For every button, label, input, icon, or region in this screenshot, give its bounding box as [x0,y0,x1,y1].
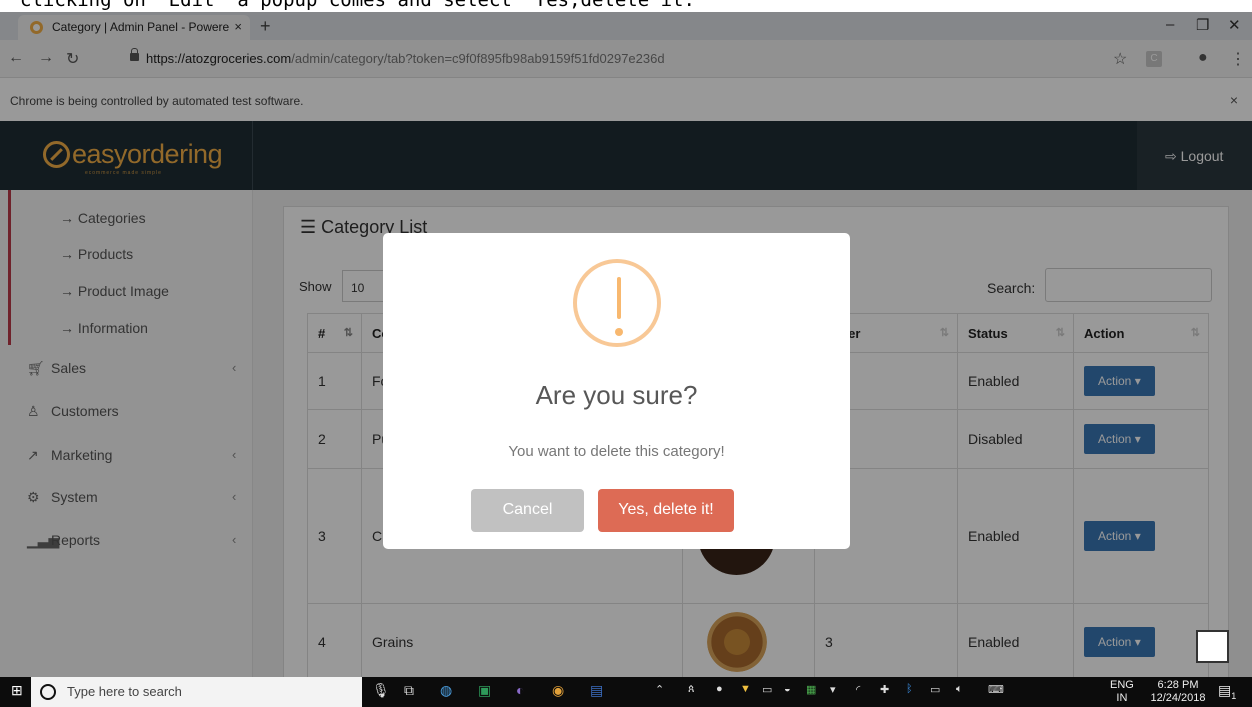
windows-taskbar: ⊞ Type here to search 🎙︎ ⧉ ◍ ▣ ◐ ◉ ▤ ⌃ ጰ… [0,677,1252,707]
app-globe-icon[interactable]: ◍ [440,682,452,699]
confirm-delete-dialog: Are you sure? You want to delete this ca… [383,233,850,549]
wifi-icon[interactable]: ◜ [856,683,860,696]
word-icon[interactable]: ▤ [590,682,603,699]
microphone-icon[interactable]: 🎙︎ [372,682,390,699]
cortana-icon [40,684,56,700]
windows-start-icon[interactable]: ⊞ [11,682,23,699]
tray-app-icon[interactable]: ● [716,683,723,695]
chrome-icon[interactable]: ◉ [552,682,564,699]
cancel-button[interactable]: Cancel [471,489,584,532]
tray-app-icon[interactable]: ◒ [784,683,791,695]
taskbar-search-placeholder: Type here to search [67,684,182,699]
network-icon[interactable]: ✚ [880,683,889,696]
notification-icon[interactable]: ▤1 [1218,682,1236,701]
tray-shield-icon[interactable]: ▼ [740,683,751,695]
warning-icon [573,259,661,347]
annotation-caption: clicking on "Edit" a popup comes and sel… [0,0,1252,12]
taskbar-clock[interactable]: 6:28 PM 12/24/2018 [1147,679,1209,705]
battery-icon[interactable]: ▭ [930,683,940,696]
focus-box [1196,630,1229,663]
keyboard-icon[interactable]: ⌨ [988,683,1004,696]
dialog-title: Are you sure? [535,380,698,410]
confirm-delete-button[interactable]: Yes, delete it! [598,489,734,532]
bluetooth-icon[interactable]: ᛒ [906,683,913,695]
people-icon[interactable]: ጰ [688,683,695,696]
input-language[interactable]: ENG IN [1110,679,1134,705]
taskbar-search-box[interactable]: Type here to search [31,677,362,707]
dialog-message: You want to delete this category! [508,443,725,460]
tray-chat-icon[interactable]: ▾ [830,683,836,696]
tray-app-icon[interactable]: ▦ [806,683,816,696]
excel-icon[interactable]: ▣ [478,682,491,699]
task-view-icon[interactable]: ⧉ [404,682,414,699]
tray-display-icon[interactable]: ▭ [762,683,772,696]
eclipse-icon[interactable]: ◐ [516,682,524,698]
tray-expand-icon[interactable]: ⌃ [655,683,664,696]
volume-icon[interactable]: 🔈︎ [956,683,963,696]
